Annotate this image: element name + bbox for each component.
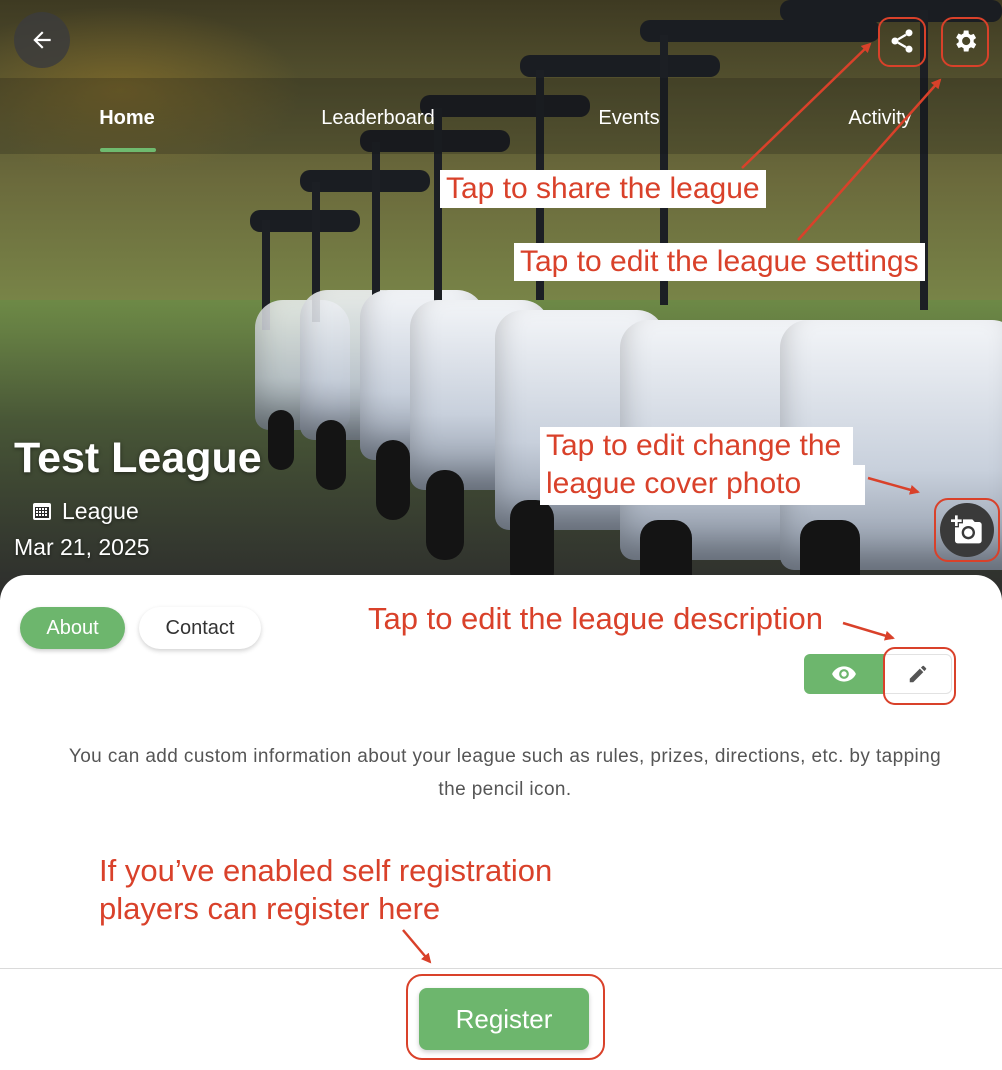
league-date: Mar 21, 2025	[14, 534, 150, 560]
settings-highlight	[941, 17, 989, 67]
share-annotation: Tap to share the league	[440, 170, 766, 208]
about-tab[interactable]: About	[20, 607, 125, 649]
contact-tab[interactable]: Contact	[139, 607, 261, 649]
edit-description-highlight	[883, 647, 956, 705]
league-type-label: League	[62, 498, 139, 524]
calendar-icon	[33, 503, 51, 520]
league-description: You can add custom information about you…	[68, 746, 942, 800]
tab-events[interactable]: Events	[549, 105, 709, 131]
share-highlight	[878, 17, 926, 67]
arrow-left-icon	[33, 31, 51, 49]
league-type: League	[30, 496, 139, 526]
cover-annotation-line2: league cover photo	[540, 465, 865, 505]
tab-activity[interactable]: Activity	[800, 105, 960, 131]
register-annotation-line1: If you’ve enabled self registration	[99, 853, 553, 888]
tab-home[interactable]: Home	[47, 105, 207, 131]
back-button[interactable]	[14, 12, 70, 68]
cover-photo-highlight	[934, 498, 1000, 562]
footer-divider	[0, 968, 1002, 969]
register-highlight	[406, 974, 605, 1060]
active-tab-indicator	[100, 148, 156, 152]
cover-annotation-line1: Tap to edit change the	[540, 427, 854, 465]
description-annotation: Tap to edit the league description	[368, 601, 823, 636]
tab-leaderboard[interactable]: Leaderboard	[298, 105, 458, 131]
view-mode-button[interactable]	[804, 654, 884, 694]
eye-icon	[832, 666, 856, 682]
league-title: Test League	[14, 434, 262, 482]
register-annotation-line2: players can register here	[99, 891, 441, 926]
settings-annotation: Tap to edit the league settings	[514, 243, 925, 281]
